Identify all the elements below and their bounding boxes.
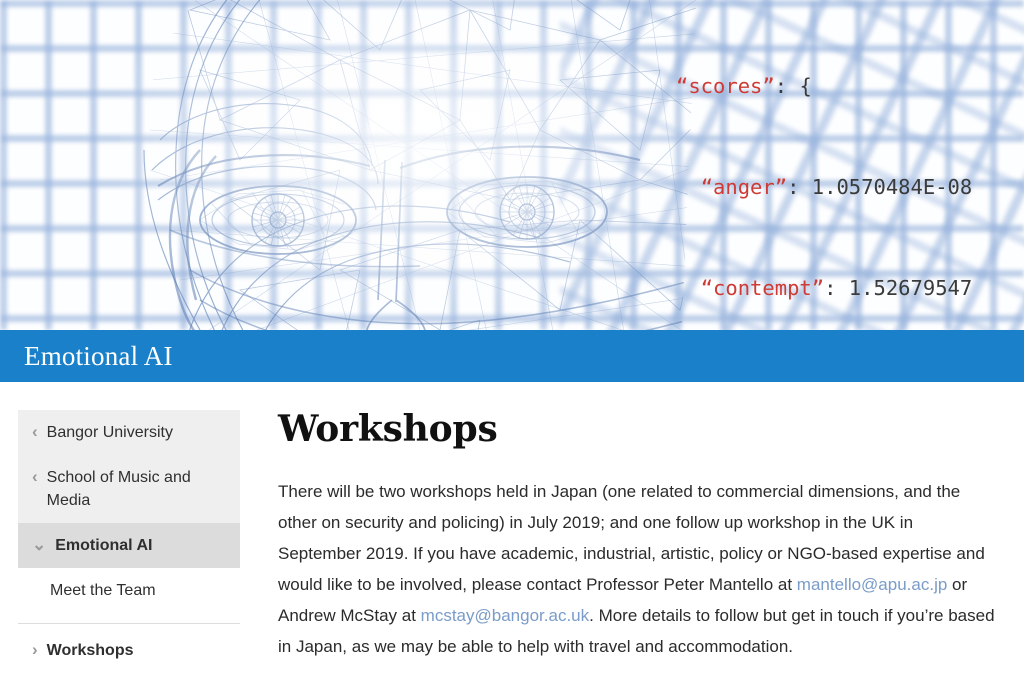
sidebar-item-school-of-music-and-media[interactable]: ‹ School of Music and Media: [18, 455, 240, 523]
content-heading: Workshops: [278, 408, 498, 450]
sidebar-item-label: Emotional AI: [55, 537, 153, 554]
json-value: 1.52679547: [848, 276, 973, 301]
sidebar-item-emotional-ai[interactable]: ⌄ Emotional AI: [18, 523, 240, 568]
sidebar-item-label: Meet the Team: [50, 582, 156, 599]
json-line-anger: “anger”: 1.0570484E-08: [676, 171, 1024, 205]
content-paragraph: There will be two workshops held in Japa…: [278, 476, 996, 662]
page-title: Emotional AI: [24, 340, 173, 371]
json-key: “anger”: [700, 174, 788, 199]
main-content: Workshops There will be two workshops he…: [278, 408, 996, 673]
chevron-left-icon: ‹: [32, 467, 38, 486]
json-value: 1.0570484E-08: [811, 174, 973, 199]
sidebar-item-workshops[interactable]: › Workshops: [18, 623, 240, 673]
json-scores-overlay: “scores”: { “anger”: 1.0570484E-08 “cont…: [676, 2, 1024, 302]
hero-image: “scores”: { “anger”: 1.0570484E-08 “cont…: [0, 0, 1024, 330]
json-sep: :: [824, 276, 849, 301]
sidebar-item-label: Bangor University: [46, 424, 173, 441]
chevron-left-icon: ‹: [32, 422, 38, 441]
wireframe-face-graphic: [40, 0, 740, 330]
json-line-contempt: “contempt”: 1.52679547: [676, 272, 1024, 302]
sidebar-navigation: ‹ Bangor University ‹ School of Music an…: [18, 410, 240, 673]
sidebar-item-meet-the-team[interactable]: Meet the Team: [18, 568, 240, 613]
sidebar-item-label: Workshops: [46, 642, 134, 659]
json-value: {: [799, 73, 812, 98]
json-key: “contempt”: [700, 276, 825, 301]
json-sep: :: [787, 174, 812, 199]
sidebar-item-label: School of Music and Media: [46, 469, 191, 509]
email-link-mcstay[interactable]: mcstay@bangor.ac.uk: [421, 606, 589, 625]
json-sep: :: [774, 73, 800, 98]
json-key: “scores”: [676, 73, 775, 98]
email-link-mantello[interactable]: mantello@apu.ac.jp: [797, 575, 948, 594]
sidebar-item-bangor-university[interactable]: ‹ Bangor University: [18, 410, 240, 455]
site-banner: Emotional AI: [0, 330, 1024, 382]
chevron-right-icon: ›: [32, 640, 38, 659]
chevron-down-icon: ⌄: [32, 535, 47, 554]
json-line-scores: “scores”: {: [676, 70, 1024, 104]
page-body: ‹ Bangor University ‹ School of Music an…: [0, 382, 1024, 673]
